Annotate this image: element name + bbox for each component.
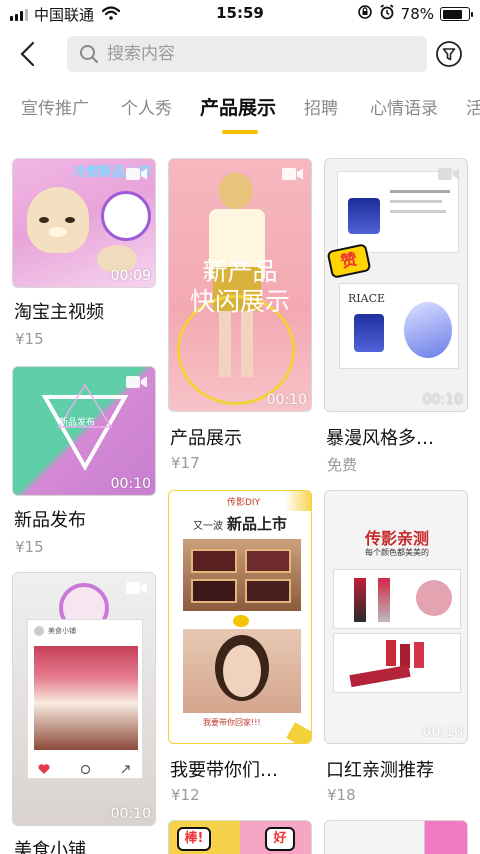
chevron-left-icon [20, 41, 35, 67]
video-duration: 00:10 [110, 476, 151, 492]
template-card[interactable]: 冷燃新品上市 00:09 淘宝主视频 ¥15 [12, 158, 156, 358]
template-card[interactable]: 新产品 快闪展示 00:10 产品展示 ¥17 [168, 158, 312, 474]
thumb-text: 新品上市 [227, 515, 288, 533]
card-title: 口红亲测推荐 [326, 760, 434, 781]
template-card[interactable]: 赞 RIACE 00:10 暴漫风格多… 免费 [324, 158, 468, 474]
video-camera-icon [126, 580, 148, 599]
tab-mood-quotes[interactable]: 心情语录 [370, 94, 438, 119]
thumb-text-secondary: 好 [265, 827, 295, 851]
card-title: 美食小铺 [14, 840, 86, 854]
card-title: 我要带你们… [170, 760, 278, 781]
tab-recruitment[interactable]: 招聘 [304, 94, 338, 119]
category-tabs: 宣传推广 个人秀 产品展示 招聘 心情语录 活 [0, 86, 480, 136]
filter-icon [436, 41, 462, 67]
orientation-lock-icon [357, 4, 373, 24]
card-price: 免费 [327, 456, 358, 474]
template-card[interactable]: 棒! 好 [168, 820, 312, 854]
filter-button[interactable] [435, 40, 463, 68]
video-duration: 00:09 [110, 268, 151, 284]
card-price: ¥18 [327, 786, 356, 804]
post-author: 美食小铺 [48, 627, 76, 635]
card-price: ¥15 [15, 538, 44, 556]
card-title: 新品发布 [14, 510, 86, 531]
thumb-prefix-text: 又一波 [193, 521, 223, 532]
thumb-sub-text: 每个颜色都美美的 [365, 548, 429, 557]
battery-percent: 78% [400, 5, 434, 23]
video-camera-icon [438, 166, 460, 185]
lipstick-panel-top [333, 569, 461, 629]
thumb-text: 传影亲测 [364, 529, 429, 548]
template-card[interactable]: 新品发布 00:10 新品发布 ¥15 [12, 366, 156, 558]
card-thumbnail[interactable]: 新品发布 00:10 [12, 366, 156, 496]
video-duration: 00:10 [110, 806, 151, 822]
status-right: 78% [357, 4, 473, 24]
cake-image [34, 646, 138, 750]
battery-icon [440, 7, 473, 21]
comment-icon [80, 760, 91, 779]
card-thumbnail[interactable]: 传影DIY 又一波 新品上市 我要带你回家!!! [168, 490, 312, 744]
card-thumbnail[interactable]: 美食小铺 00:10 [12, 572, 156, 826]
card-thumbnail[interactable]: 传影亲测 每个颜色都美美的 00:10 [324, 490, 468, 744]
eyeshadow-palette-image [183, 539, 301, 611]
brand-text: RIACE [348, 292, 386, 305]
template-card[interactable] [324, 820, 468, 854]
praise-badge: 赞 [326, 243, 372, 279]
back-button[interactable] [14, 38, 44, 70]
card-thumbnail[interactable]: 新产品 快闪展示 00:10 [168, 158, 312, 412]
card-thumbnail[interactable] [324, 820, 468, 854]
thumb-text: 新品发布 [59, 418, 96, 428]
post-frame: 美食小铺 [27, 619, 143, 779]
cream-jar-image [354, 314, 384, 352]
template-card[interactable]: 传影DIY 又一波 新品上市 我要带你回家!!! 我要带你们… ¥12 [168, 490, 312, 806]
portrait-image [183, 629, 301, 713]
video-duration: 00:10 [266, 392, 307, 408]
model-head-image [219, 173, 253, 209]
cream-jar-image [348, 198, 380, 234]
video-camera-icon [282, 166, 304, 185]
tab-personal-show[interactable]: 个人秀 [121, 94, 172, 119]
search-input[interactable] [107, 44, 387, 64]
lipstick-panel-bottom [333, 633, 461, 693]
card-title: 淘宝主视频 [14, 302, 104, 323]
hand-jar-image [404, 302, 452, 358]
header-bar [0, 30, 480, 78]
search-icon [80, 45, 98, 63]
card-thumbnail[interactable]: 赞 RIACE 00:10 [324, 158, 468, 412]
tab-promotion[interactable]: 宣传推广 [21, 94, 89, 119]
video-camera-icon [126, 374, 148, 393]
share-icon [120, 760, 131, 779]
search-bar[interactable] [67, 36, 427, 72]
battery-fill [442, 9, 462, 19]
card-title: 产品展示 [170, 428, 242, 449]
status-bar: 中国联通 15:59 78% [0, 0, 480, 30]
card-thumbnail[interactable]: 棒! 好 [168, 820, 312, 854]
alarm-icon [379, 4, 395, 24]
heart-icon [38, 760, 50, 779]
plush-toy-image [27, 187, 89, 253]
tab-product-display[interactable]: 产品展示 [200, 93, 276, 120]
thumb-text: 棒! [177, 827, 211, 851]
template-card[interactable]: 美食小铺 00:10 美食小铺 [12, 572, 156, 854]
template-card[interactable]: 传影亲测 每个颜色都美美的 00:10 口红亲测推荐 ¥18 [324, 490, 468, 806]
card-price: ¥17 [171, 454, 200, 472]
video-duration: 00:10 [422, 392, 463, 408]
video-duration: 00:10 [422, 724, 463, 740]
thumb-text: 新产品 快闪展示 [189, 257, 290, 316]
card-price: ¥12 [171, 786, 200, 804]
active-tab-indicator [222, 130, 258, 134]
tab-activity[interactable]: 活 [466, 94, 480, 119]
card-price: ¥15 [15, 330, 44, 348]
thumb-sub-text: 传影DIY [227, 498, 261, 508]
card-thumbnail[interactable]: 冷燃新品上市 00:09 [12, 158, 156, 288]
product-panel-bottom: RIACE [339, 283, 459, 369]
video-camera-icon [126, 166, 148, 185]
product-circle-image [101, 191, 151, 241]
thumb-caption: 我要带你回家!!! [203, 718, 261, 727]
chevron-down-icon [233, 615, 249, 627]
card-title: 暴漫风格多… [326, 428, 434, 449]
